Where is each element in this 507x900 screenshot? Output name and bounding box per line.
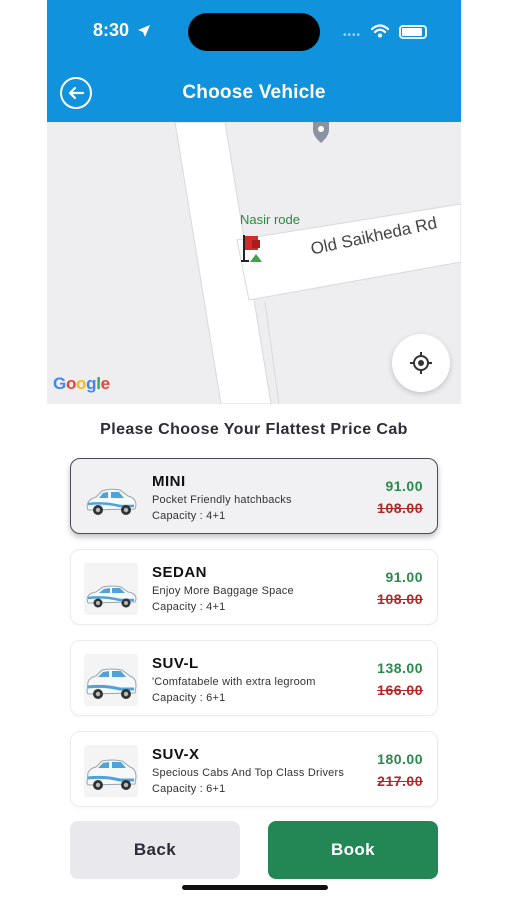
cab-description: Pocket Friendly hatchbacks <box>152 494 292 506</box>
google-logo: Google <box>53 374 110 393</box>
cab-name: MINI <box>152 473 186 490</box>
cab-price: 91.00 <box>385 478 423 494</box>
cab-price: 180.00 <box>377 751 423 767</box>
marker-label: Nasir rode <box>240 212 300 227</box>
cab-description: Specious Cabs And Top Class Drivers <box>152 767 345 779</box>
battery-icon <box>399 25 427 39</box>
car-image <box>84 472 138 524</box>
dynamic-island <box>188 13 320 51</box>
section-title: Please Choose Your Flattest Price Cab <box>100 421 408 438</box>
location-arrow-icon <box>138 25 150 37</box>
book-button[interactable]: Book <box>268 821 438 879</box>
cab-description: 'Comfatabele with extra legroom <box>152 676 316 688</box>
car-icon <box>86 668 137 699</box>
cab-capacity: Capacity : 4+1 <box>152 601 226 613</box>
cab-description: Enjoy More Baggage Space <box>152 585 294 597</box>
car-icon <box>86 759 137 790</box>
cab-name: SUV-L <box>152 655 199 672</box>
cab-old-price: 166.00 <box>377 682 423 698</box>
cab-option-suv-x[interactable]: SUV-X Specious Cabs And Top Class Driver… <box>70 731 438 807</box>
cab-capacity: Capacity : 4+1 <box>152 510 226 522</box>
home-indicator[interactable] <box>182 885 328 890</box>
back-button[interactable]: Back <box>70 821 240 879</box>
wifi-icon <box>371 24 389 38</box>
location-pin-icon[interactable] <box>240 232 268 266</box>
cellular-signal-icon: •••• <box>343 30 362 41</box>
app-screen: 8:30 •••• Choose Vehicle Nasir rode Old … <box>47 0 461 900</box>
cab-option-mini[interactable]: MINI Pocket Friendly hatchbacks Capacity… <box>70 458 438 534</box>
car-image <box>84 745 138 797</box>
status-time: 8:30 <box>93 20 130 40</box>
car-image <box>84 563 138 615</box>
cab-old-price: 217.00 <box>377 773 423 789</box>
crosshair-icon <box>410 352 432 374</box>
cab-option-sedan[interactable]: SEDAN Enjoy More Baggage Space Capacity … <box>70 549 438 625</box>
poi-marker-icon <box>313 122 329 143</box>
car-icon <box>86 585 137 608</box>
car-icon <box>86 488 137 515</box>
cab-old-price: 108.00 <box>377 500 423 516</box>
cab-name: SUV-X <box>152 746 200 763</box>
page-title: Choose Vehicle <box>182 82 326 103</box>
cab-price: 138.00 <box>377 660 423 676</box>
cab-capacity: Capacity : 6+1 <box>152 692 226 704</box>
cab-capacity: Capacity : 6+1 <box>152 783 226 795</box>
cab-price: 91.00 <box>385 569 423 585</box>
cab-name: SEDAN <box>152 564 208 581</box>
map-view[interactable]: Nasir rode Old Saikheda Rd Google <box>47 122 461 404</box>
cab-option-suv-l[interactable]: SUV-L 'Comfatabele with extra legroom Ca… <box>70 640 438 716</box>
my-location-button[interactable] <box>392 334 450 392</box>
car-image <box>84 654 138 706</box>
app-header: 8:30 •••• Choose Vehicle <box>47 0 461 122</box>
cab-old-price: 108.00 <box>377 591 423 607</box>
